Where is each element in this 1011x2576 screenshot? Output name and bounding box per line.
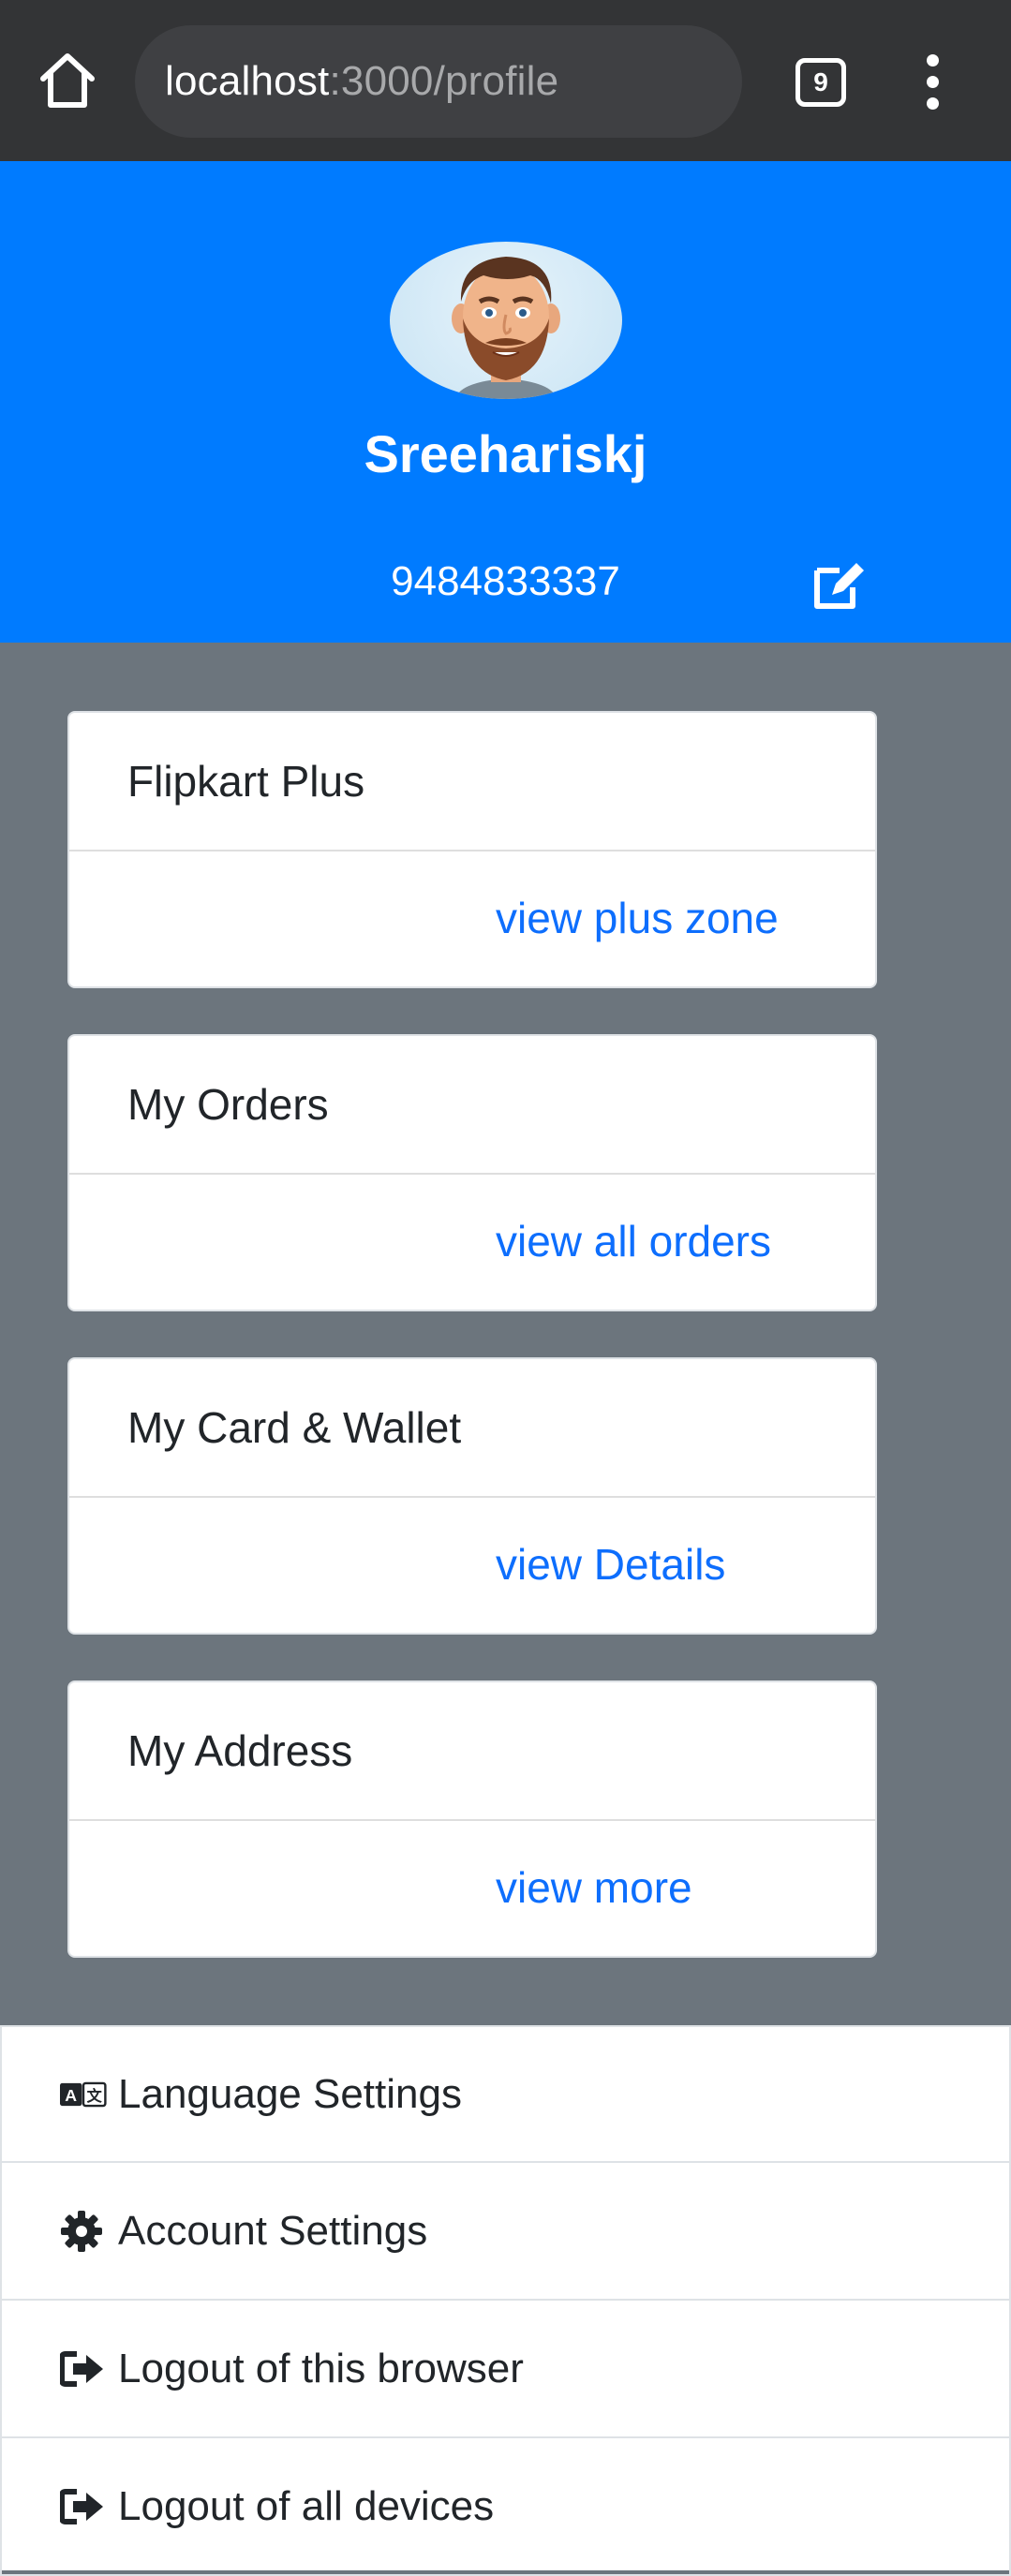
browser-toolbar: localhost:3000/profile 9: [0, 0, 1011, 161]
avatar: [390, 242, 622, 399]
account-settings-item[interactable]: Account Settings: [0, 2163, 1011, 2301]
edit-icon[interactable]: [811, 561, 866, 610]
card-title: My Address: [69, 1682, 875, 1821]
card-title: My Card & Wallet: [69, 1359, 875, 1498]
tab-switcher-button[interactable]: 9: [795, 58, 846, 107]
home-icon[interactable]: [36, 49, 99, 112]
view-all-orders-link[interactable]: view all orders: [496, 1216, 875, 1266]
settings-item-label: Logout of this browser: [118, 2345, 524, 2391]
card-title: My Orders: [69, 1036, 875, 1175]
settings-item-label: Language Settings: [118, 2070, 462, 2117]
url-host: localhost: [165, 58, 330, 104]
view-plus-zone-link[interactable]: view plus zone: [496, 893, 875, 943]
settings-item-label: Logout of all devices: [118, 2482, 495, 2529]
svg-text:A: A: [65, 2086, 77, 2105]
tab-count: 9: [813, 67, 828, 96]
language-settings-item[interactable]: A 文 Language Settings: [0, 2025, 1011, 2163]
settings-item-label: Account Settings: [118, 2207, 428, 2254]
view-more-link[interactable]: view more: [496, 1862, 875, 1913]
sign-out-icon: [60, 2487, 107, 2526]
sign-out-icon: [60, 2349, 107, 2389]
svg-text:文: 文: [87, 2087, 103, 2105]
logout-all-devices-item[interactable]: Logout of all devices: [0, 2438, 1011, 2576]
url-path: :3000/profile: [329, 58, 559, 104]
card-my-address: My Address view more: [67, 1680, 877, 1958]
gear-icon: [60, 2210, 107, 2252]
profile-header: Sreehariskj 9484833337: [0, 161, 1011, 643]
card-my-orders: My Orders view all orders: [67, 1034, 877, 1311]
card-flipkart-plus: Flipkart Plus view plus zone: [67, 711, 877, 988]
address-bar[interactable]: localhost:3000/profile: [135, 25, 742, 138]
card-card-wallet: My Card & Wallet view Details: [67, 1357, 877, 1635]
card-title: Flipkart Plus: [69, 713, 875, 851]
view-details-link[interactable]: view Details: [496, 1539, 875, 1590]
language-icon: A 文: [60, 2075, 107, 2114]
logout-browser-item[interactable]: Logout of this browser: [0, 2301, 1011, 2438]
user-name: Sreehariskj: [364, 424, 647, 483]
more-options-icon[interactable]: [918, 54, 946, 111]
settings-list: A 文 Language Settings Account Settings L…: [0, 2025, 1011, 2576]
